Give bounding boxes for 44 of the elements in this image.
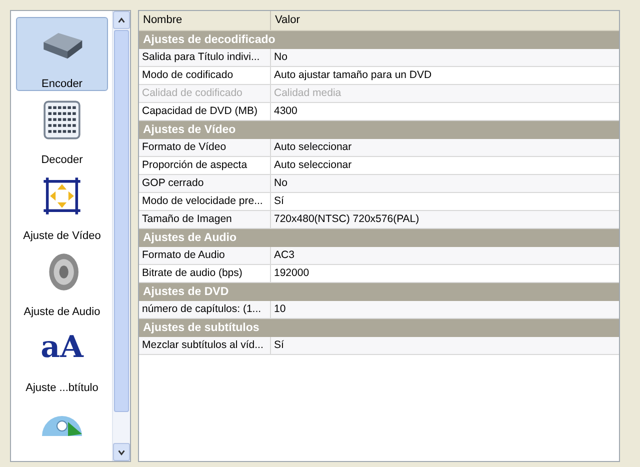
property-name: Modo de velocidade pre... [139, 193, 271, 210]
sidebar-item-label: Decoder [41, 154, 83, 166]
scrollbar[interactable] [112, 11, 130, 461]
sidebar-item-label: Ajuste de Vídeo [23, 230, 101, 242]
property-name: Capacidad de DVD (MB) [139, 103, 271, 120]
property-value[interactable]: 4300 [271, 103, 619, 120]
property-value[interactable]: 720x480(NTSC) 720x576(PAL) [271, 211, 619, 228]
property-name: Formato de Vídeo [139, 139, 271, 156]
property-value[interactable]: 192000 [271, 265, 619, 282]
property-value[interactable]: 10 [271, 301, 619, 318]
chevron-down-icon [117, 448, 126, 456]
sidebar-item[interactable]: Ajuste de Audio [16, 245, 108, 319]
property-value[interactable]: AC3 [271, 247, 619, 264]
sidebar-item[interactable]: aA Ajuste ...btítulo [16, 321, 108, 395]
sidebar-item[interactable]: Encoder [16, 17, 108, 91]
property-value[interactable]: No [271, 49, 619, 66]
sidebar-item-label: Ajuste ...btítulo [26, 382, 98, 394]
chevron-up-icon [117, 16, 126, 24]
property-name: Formato de Audio [139, 247, 271, 264]
sidebar-item-label: Ajuste de Audio [24, 306, 100, 318]
property-name: GOP cerrado [139, 175, 271, 192]
property-name: Salida para Título indivi... [139, 49, 271, 66]
property-name: Bitrate de audio (bps) [139, 265, 271, 282]
scroll-up-button[interactable] [113, 11, 130, 29]
scroll-down-button[interactable] [113, 443, 130, 461]
property-value[interactable]: Auto seleccionar [271, 157, 619, 174]
property-name: Tamaño de Imagen [139, 211, 271, 228]
property-name: Proporción de aspecta [139, 157, 271, 174]
sidebar-item[interactable]: Decoder [16, 93, 108, 167]
column-header[interactable]: Nombre [139, 11, 271, 30]
property-value[interactable]: Auto ajustar tamaño para un DVD [271, 67, 619, 84]
property-name: Calidad de codificado [139, 85, 271, 102]
property-name: Mezclar subtítulos al víd... [139, 337, 271, 354]
letters-icon: aA [40, 326, 84, 370]
property-value[interactable]: Sí [271, 337, 619, 354]
property-value[interactable]: Sí [271, 193, 619, 210]
property-name: número de capítulos: (1... [139, 301, 271, 318]
property-name: Modo de codificado [139, 67, 271, 84]
sidebar-item-label: Encoder [42, 78, 82, 90]
column-header[interactable]: Valor [271, 11, 619, 30]
scroll-thumb[interactable] [114, 30, 129, 412]
sidebar-item[interactable]: Ajuste de Vídeo [16, 169, 108, 243]
property-value[interactable]: No [271, 175, 619, 192]
property-value[interactable]: Auto seleccionar [271, 139, 619, 156]
